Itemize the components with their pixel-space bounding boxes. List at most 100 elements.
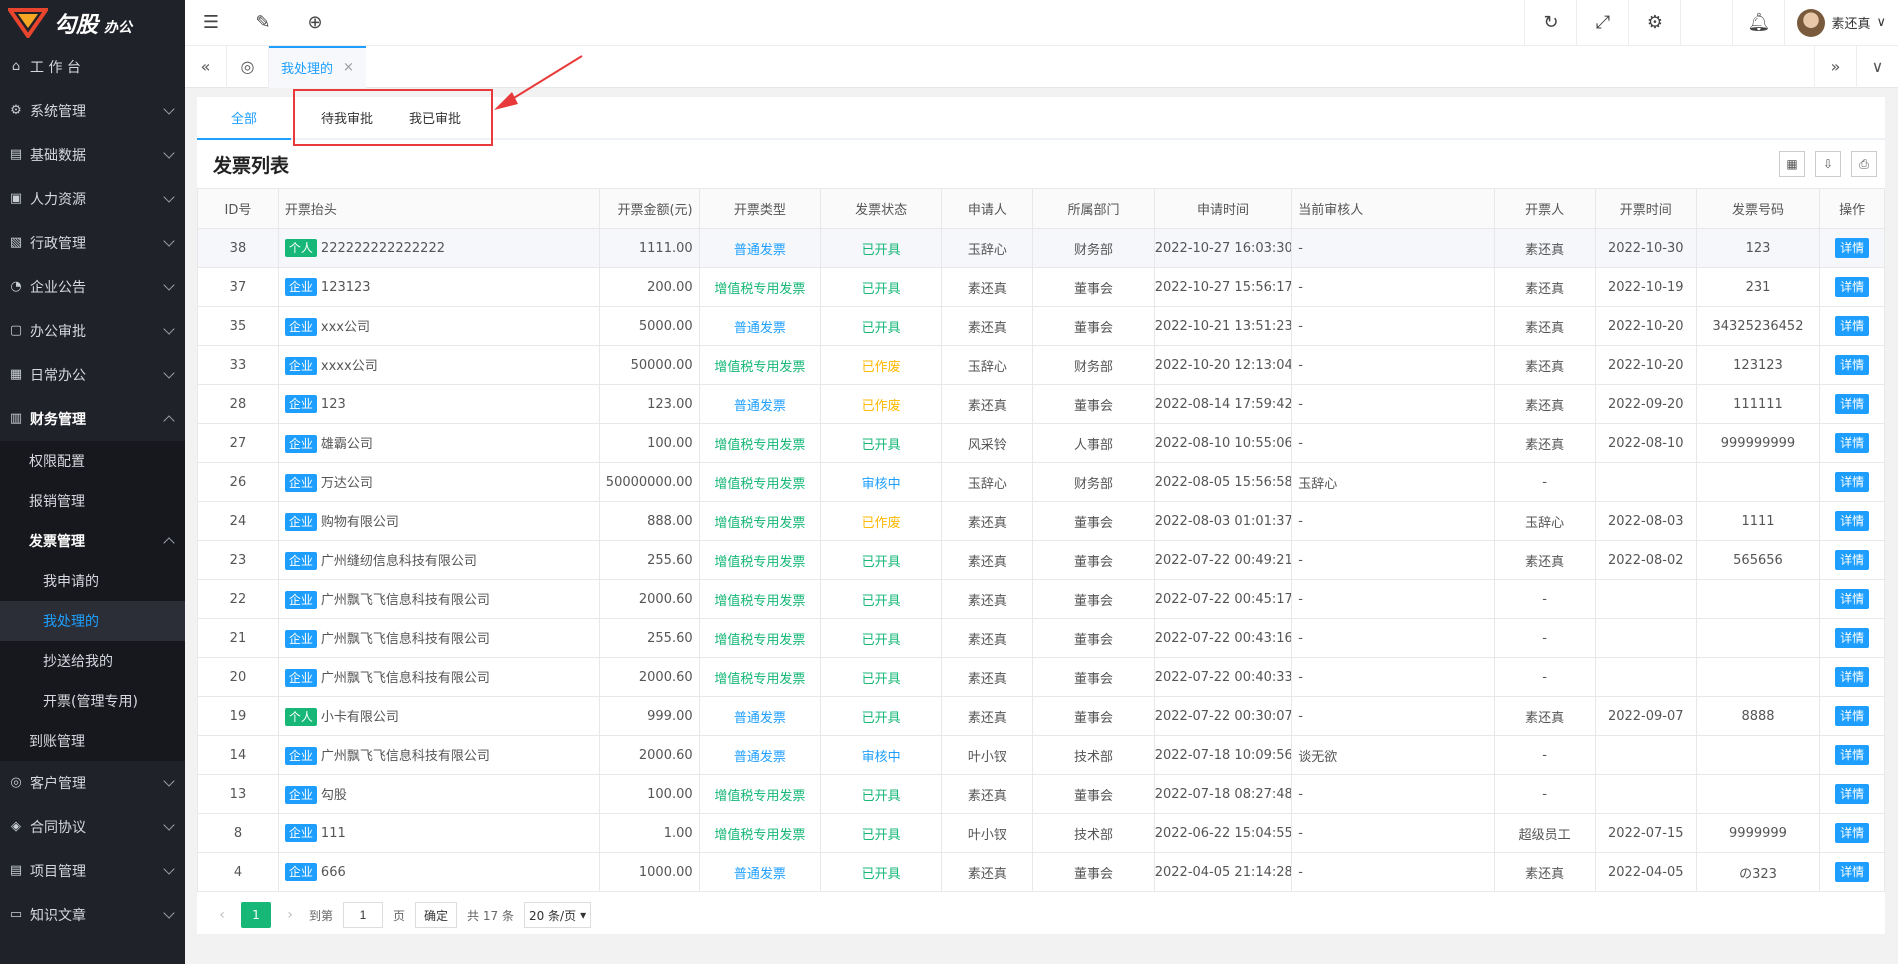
cell-reviewer-text: - bbox=[1298, 591, 1303, 607]
table-toolbar: ▦ ⇩ ⎙ bbox=[1779, 151, 1885, 177]
close-icon[interactable]: × bbox=[343, 60, 354, 75]
table-row[interactable]: 14 企业 广州飘飞飞信息科技有限公司 2000.60 普通发票 审核中 叶小钗 技术部 202… bbox=[197, 735, 1885, 775]
sidebar-item[interactable]: ▥ 财务管理 bbox=[0, 397, 185, 441]
table-row[interactable]: 22 企业 广州飘飞飞信息科技有限公司 2000.60 增值税专用发票 已开具 素还真 董事会… bbox=[197, 579, 1885, 619]
sidebar-item[interactable]: ⌂ 工 作 台 bbox=[0, 45, 185, 89]
tab-all[interactable]: 全部 bbox=[197, 97, 292, 140]
refresh-icon[interactable]: ↻ bbox=[1524, 0, 1576, 46]
detail-button[interactable]: 详情 bbox=[1835, 394, 1870, 414]
page-size-select[interactable]: 20 条/页 ▾ bbox=[523, 902, 592, 928]
settings-gear-icon[interactable]: ⚙ bbox=[1628, 0, 1680, 46]
submenu-item[interactable]: 到账管理 bbox=[0, 721, 185, 761]
sidebar-item[interactable]: ▤ 项目管理 bbox=[0, 849, 185, 893]
table-row[interactable]: 13 企业 勾股 100.00 增值税专用发票 已开具 素还真 董事会 2022-07-18 0… bbox=[197, 774, 1885, 814]
tabs-scroll-right-icon[interactable]: » bbox=[1814, 45, 1856, 88]
sidebar-item[interactable]: ▭ 知识文章 bbox=[0, 893, 185, 937]
goto-page-input[interactable] bbox=[343, 902, 384, 928]
user-menu[interactable]: 素还真 ∨ bbox=[1784, 0, 1898, 46]
detail-button[interactable]: 详情 bbox=[1835, 745, 1870, 765]
sidebar-item[interactable]: ◔ 企业公告 bbox=[0, 265, 185, 309]
current-page[interactable]: 1 bbox=[241, 902, 271, 928]
table-row[interactable]: 8 企业 111 1.00 增值税专用发票 已开具 叶小钗 技术部 2022-06-22 15:… bbox=[197, 813, 1885, 853]
table-row[interactable]: 19 个人 小卡有限公司 999.00 普通发票 已开具 素还真 董事会 2022-07-22 … bbox=[197, 696, 1885, 736]
export-icon[interactable]: ⇩ bbox=[1815, 151, 1841, 177]
sidebar-item[interactable]: ▦ 日常办公 bbox=[0, 353, 185, 397]
detail-button[interactable]: 详情 bbox=[1835, 706, 1870, 726]
sidebar-item[interactable]: ▤ 基础数据 bbox=[0, 133, 185, 177]
detail-button[interactable]: 详情 bbox=[1835, 589, 1870, 609]
table-row[interactable]: 33 企业 xxxx公司 50000.00 增值税专用发票 已作废 玉辞心 财务部 2022-1… bbox=[197, 345, 1885, 385]
chevron-icon bbox=[163, 863, 175, 875]
table-row[interactable]: 26 企业 万达公司 50000000.00 增值税专用发票 审核中 玉辞心 财务部 2022-… bbox=[197, 462, 1885, 502]
cell-applicant-text: 玉辞心 bbox=[967, 476, 1007, 492]
table-row[interactable]: 28 企业 123 123.00 普通发票 已作废 素还真 董事会 2022-08-14 17:… bbox=[197, 384, 1885, 424]
cell-applicant-text: 素还真 bbox=[967, 554, 1007, 570]
detail-button[interactable]: 详情 bbox=[1835, 316, 1870, 336]
cell-amount-text: 100.00 bbox=[647, 786, 693, 802]
detail-button[interactable]: 详情 bbox=[1835, 511, 1870, 531]
detail-button[interactable]: 详情 bbox=[1835, 784, 1870, 804]
cell-status-text: 已开具 bbox=[861, 827, 901, 843]
detail-button[interactable]: 详情 bbox=[1835, 472, 1870, 492]
submenu-item[interactable]: 抄送给我的 bbox=[0, 641, 185, 681]
submenu-item[interactable]: 权限配置 bbox=[0, 441, 185, 481]
print-icon[interactable]: ⎙ bbox=[1851, 151, 1877, 177]
detail-button[interactable]: 详情 bbox=[1835, 550, 1870, 570]
submenu-item[interactable]: 开票(管理专用) bbox=[0, 681, 185, 721]
table-row[interactable]: 35 企业 xxx公司 5000.00 普通发票 已开具 素还真 董事会 2022-10-21 … bbox=[197, 306, 1885, 346]
sidebar-item-label: 人力资源 bbox=[30, 192, 86, 208]
submenu-item[interactable]: 报销管理 bbox=[0, 481, 185, 521]
detail-button[interactable]: 详情 bbox=[1835, 433, 1870, 453]
next-page-icon[interactable]: › bbox=[281, 907, 299, 923]
chevron-down-icon: ▾ bbox=[580, 908, 587, 922]
menu-toggle-icon[interactable]: ☰ bbox=[185, 0, 237, 46]
tabs-dropdown-icon[interactable]: ∨ bbox=[1856, 45, 1898, 88]
tab-current[interactable]: 我处理的 × bbox=[269, 45, 366, 88]
table-row[interactable]: 38 个人 222222222222222 1111.00 普通发票 已开具 玉辞心 财务部 2… bbox=[197, 228, 1885, 268]
cell-issuer: - bbox=[1493, 735, 1596, 775]
sidebar-item[interactable]: ◎ 客户管理 bbox=[0, 761, 185, 805]
notification-bell-icon[interactable]: 🔔︎ bbox=[1732, 0, 1784, 46]
table-row[interactable]: 37 企业 123123 200.00 增值税专用发票 已开具 素还真 董事会 2022-10-… bbox=[197, 267, 1885, 307]
table-row[interactable]: 4 企业 666 1000.00 普通发票 已开具 素还真 董事会 2022-04-05 21:… bbox=[197, 852, 1885, 892]
detail-button[interactable]: 详情 bbox=[1835, 355, 1870, 375]
globe-icon[interactable]: ⊕ bbox=[289, 0, 341, 46]
fullscreen-icon[interactable]: ⤢ bbox=[1576, 0, 1628, 46]
detail-button[interactable]: 详情 bbox=[1835, 667, 1870, 687]
detail-button[interactable]: 详情 bbox=[1835, 628, 1870, 648]
table-row[interactable]: 21 企业 广州飘飞飞信息科技有限公司 255.60 增值税专用发票 已开具 素还真 董事会 2… bbox=[197, 618, 1885, 658]
sidebar-menu: ⌂ 工 作 台 ⚙ 系统管理 ▤ 基础数据 ▣ 人力资源 ▧ 行政管理 ◔ 企业公告 ▢ 办公审批 ▦ 日常办… bbox=[0, 45, 185, 937]
cell-number: 123123 bbox=[1695, 345, 1821, 385]
table-row[interactable]: 27 企业 雄霸公司 100.00 增值税专用发票 已开具 风采铃 人事部 2022-08-10… bbox=[197, 423, 1885, 463]
cell-amount-text: 5000.00 bbox=[638, 318, 693, 334]
home-tab-icon[interactable]: ◎ bbox=[227, 45, 269, 88]
confirm-button[interactable]: 确定 bbox=[415, 902, 458, 928]
detail-button[interactable]: 详情 bbox=[1835, 277, 1870, 297]
cell-status: 已开具 bbox=[819, 657, 943, 697]
submenu-item[interactable]: 我处理的 bbox=[0, 601, 185, 641]
table-row[interactable]: 23 企业 广州缝纫信息科技有限公司 255.60 增值税专用发票 已开具 素还真 董事会 20… bbox=[197, 540, 1885, 580]
chevron-icon bbox=[163, 147, 175, 159]
sidebar-item[interactable]: ▧ 行政管理 bbox=[0, 221, 185, 265]
sidebar-item[interactable]: ▢ 办公审批 bbox=[0, 309, 185, 353]
detail-button[interactable]: 详情 bbox=[1835, 823, 1870, 843]
prev-page-icon[interactable]: ‹ bbox=[213, 907, 231, 923]
cell-issue-date-text: 2022-07-15 bbox=[1607, 825, 1684, 841]
app-logo[interactable]: 勾股 办公 bbox=[0, 0, 185, 45]
table-row[interactable]: 20 企业 广州飘飞飞信息科技有限公司 2000.60 增值税专用发票 已开具 素还真 董事会… bbox=[197, 657, 1885, 697]
detail-button[interactable]: 详情 bbox=[1835, 238, 1870, 258]
sidebar-item[interactable]: ⚙ 系统管理 bbox=[0, 89, 185, 133]
detail-button[interactable]: 详情 bbox=[1835, 862, 1870, 882]
page-size-value: 20 条/页 bbox=[528, 908, 577, 923]
submenu-item[interactable]: 发票管理 bbox=[0, 521, 185, 561]
sidebar-item[interactable]: ▣ 人力资源 bbox=[0, 177, 185, 221]
columns-filter-icon[interactable]: ▦ bbox=[1779, 151, 1805, 177]
cell-type-text: 普通发票 bbox=[733, 320, 786, 336]
submenu-item[interactable]: 我申请的 bbox=[0, 561, 185, 601]
sidebar-item[interactable]: ◈ 合同协议 bbox=[0, 805, 185, 849]
clean-cache-icon[interactable]: ✎ bbox=[237, 0, 289, 46]
tabs-scroll-left-icon[interactable]: « bbox=[185, 45, 227, 88]
table-row[interactable]: 24 企业 购物有限公司 888.00 增值税专用发票 已作废 素还真 董事会 2022-08-… bbox=[197, 501, 1885, 541]
cell-applicant: 素还真 bbox=[941, 540, 1034, 580]
cell-title-text: 222222222222222 bbox=[320, 241, 445, 256]
